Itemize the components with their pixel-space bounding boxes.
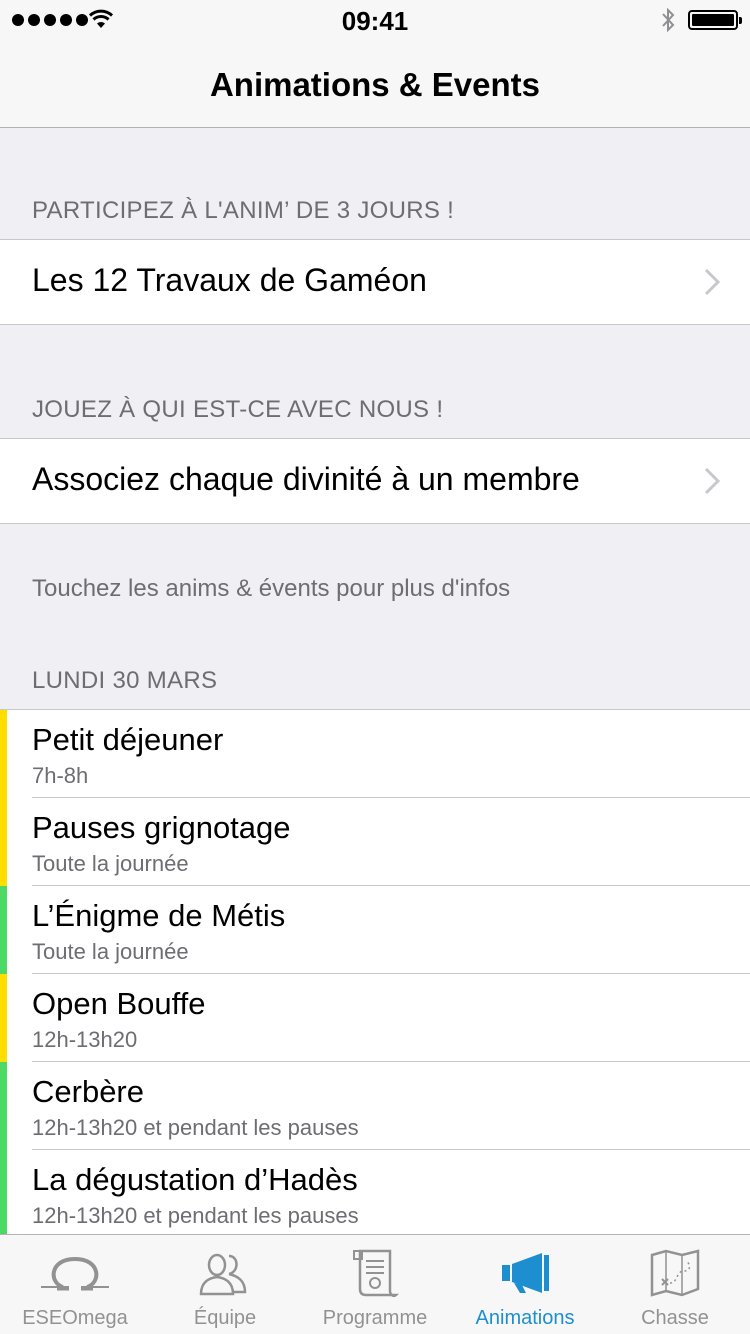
tab-animations[interactable]: Animations (450, 1235, 600, 1334)
event-title: Pauses grignotage (32, 810, 291, 845)
scroll-icon (353, 1249, 400, 1298)
table-view[interactable]: PARTICIPEZ À L'ANIM’ DE 3 JOURS ! Les 12… (0, 129, 750, 1234)
event-row[interactable]: La dégustation d’Hadès 12h-13h20 et pend… (0, 1150, 750, 1234)
cell-label: Les 12 Travaux de Gaméon (32, 262, 427, 298)
omega-icon (41, 1256, 109, 1291)
event-category-bar (0, 886, 7, 974)
tab-chasse[interactable]: Chasse (600, 1235, 750, 1334)
event-time: Toute la journée (32, 939, 189, 964)
chevron-right-icon (704, 268, 720, 296)
megaphone-icon (502, 1253, 549, 1293)
event-time: Toute la journée (32, 851, 189, 876)
navigation-bar: Animations & Events (0, 40, 750, 128)
cell-associez-divinite[interactable]: Associez chaque divinité à un membre (0, 438, 750, 524)
event-row[interactable]: Cerbère 12h-13h20 et pendant les pauses (0, 1062, 750, 1150)
event-category-bar (0, 710, 7, 798)
treasure-map-icon (650, 1249, 700, 1297)
bluetooth-icon (662, 7, 675, 33)
event-time: 12h-13h20 et pendant les pauses (32, 1203, 359, 1228)
tab-label: Équipe (193, 1307, 257, 1329)
event-row[interactable]: L’Énigme de Métis Toute la journée (0, 886, 750, 974)
status-bar: 09:41 (0, 0, 750, 40)
event-category-bar (0, 1062, 7, 1150)
chevron-right-icon (704, 467, 720, 495)
event-list: Petit déjeuner 7h-8h Pauses grignotage T… (0, 709, 750, 1234)
event-category-bar (0, 798, 7, 886)
tab-label: Animations (475, 1307, 575, 1329)
event-category-bar (0, 974, 7, 1062)
tab-programme[interactable]: Programme (300, 1235, 450, 1334)
tab-bar: ESEOmega Équipe Programme Animations Cha… (0, 1234, 750, 1334)
event-title: Open Bouffe (32, 986, 206, 1021)
team-icon (199, 1253, 247, 1296)
section-footer-note: Touchez les anims & évents pour plus d'i… (32, 575, 511, 602)
cell-label: Associez chaque divinité à un membre (32, 461, 580, 497)
battery-icon (688, 10, 742, 30)
event-title: Cerbère (32, 1074, 144, 1109)
event-title: Petit déjeuner (32, 722, 224, 757)
event-row[interactable]: Pauses grignotage Toute la journée (0, 798, 750, 886)
section-header-qui-est-ce: JOUEZ À QUI EST-CE AVEC NOUS ! (32, 396, 444, 423)
status-time: 09:41 (341, 6, 409, 36)
tab-label: Programme (322, 1307, 428, 1329)
tab-label: ESEOmega (22, 1307, 128, 1329)
event-time: 7h-8h (32, 763, 89, 788)
event-row[interactable]: Open Bouffe 12h-13h20 (0, 974, 750, 1062)
tab-equipe[interactable]: Équipe (150, 1235, 300, 1334)
event-title: La dégustation d’Hadès (32, 1162, 358, 1197)
event-row[interactable]: Petit déjeuner 7h-8h (0, 710, 750, 798)
section-header-anim: PARTICIPEZ À L'ANIM’ DE 3 JOURS ! (32, 197, 455, 224)
section-header-day: LUNDI 30 MARS (32, 667, 218, 694)
cell-12-travaux[interactable]: Les 12 Travaux de Gaméon (0, 239, 750, 325)
tab-label: Chasse (641, 1307, 709, 1329)
event-category-bar (0, 1150, 7, 1234)
tab-eseomega[interactable]: ESEOmega (0, 1235, 150, 1334)
event-title: L’Énigme de Métis (32, 898, 286, 933)
event-time: 12h-13h20 (32, 1027, 138, 1052)
page-title: Animations & Events (209, 66, 541, 103)
event-time: 12h-13h20 et pendant les pauses (32, 1115, 359, 1140)
